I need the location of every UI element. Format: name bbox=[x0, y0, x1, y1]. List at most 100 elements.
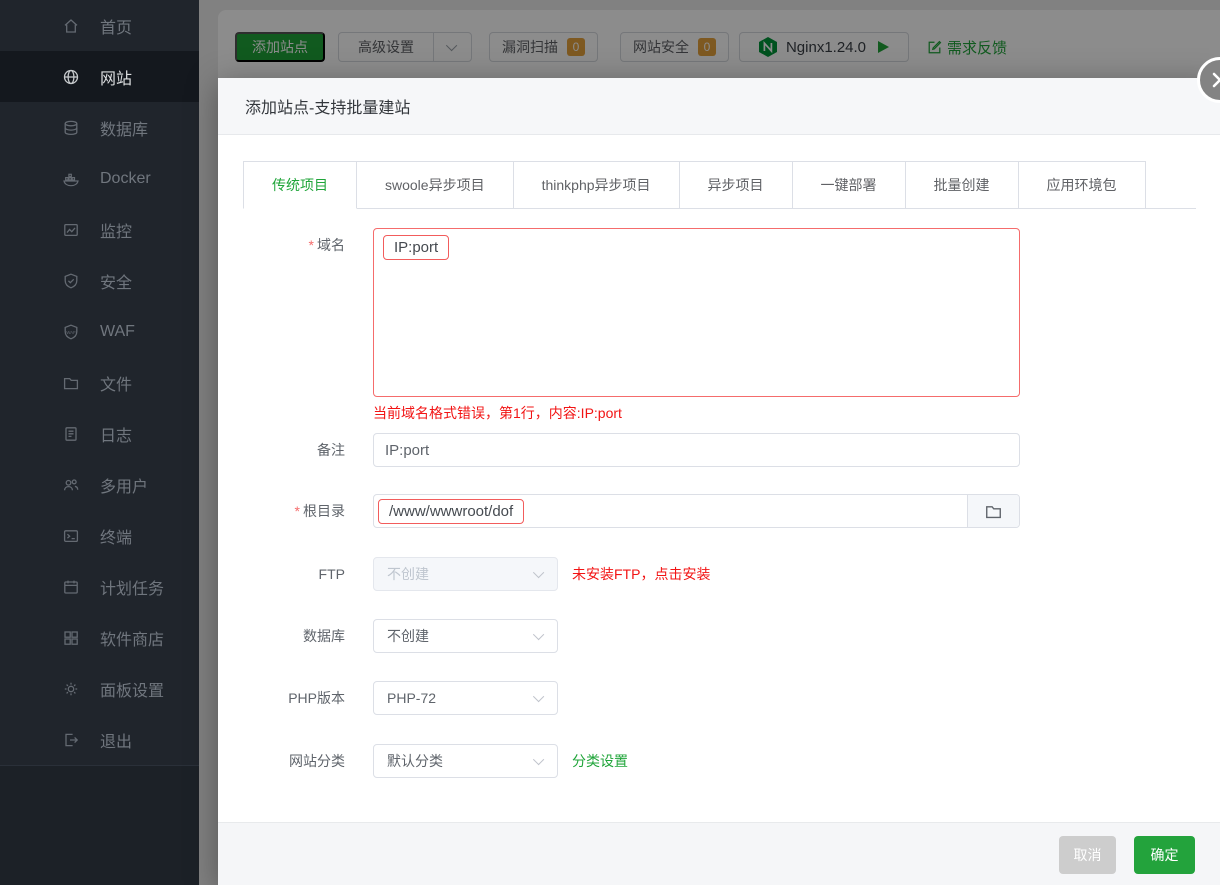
site-category-row: 网站分类 默认分类 分类设置 bbox=[243, 744, 1220, 778]
sidebar-item-cron[interactable]: 计划任务 bbox=[0, 561, 199, 612]
dialog-footer: 取消 确定 bbox=[218, 822, 1220, 885]
gear-icon bbox=[62, 680, 80, 698]
root-dir-input[interactable]: /www/wwwroot/dof bbox=[374, 495, 967, 527]
chevron-down-icon bbox=[532, 628, 545, 641]
sidebar-item-label: 面板设置 bbox=[100, 682, 165, 700]
sidebar-item-monitor[interactable]: 监控 bbox=[0, 204, 199, 255]
domain-label: * 域名 bbox=[308, 237, 345, 253]
category-settings-link[interactable]: 分类设置 bbox=[572, 744, 628, 778]
sidebar-item-label: Docker bbox=[100, 169, 151, 187]
sidebar-item-label: 安全 bbox=[100, 274, 133, 292]
sidebar-item-label: 终端 bbox=[100, 529, 133, 547]
sidebar-item-label: 日志 bbox=[100, 427, 133, 445]
sidebar-item-multiuser[interactable]: 多用户 bbox=[0, 459, 199, 510]
sidebar-item-waf[interactable]: WAF WAF bbox=[0, 306, 199, 357]
cancel-button[interactable]: 取消 bbox=[1059, 836, 1116, 874]
add-site-dialog: 添加站点-支持批量建站 传统项目 swoole异步项目 thinkphp异步项目… bbox=[218, 78, 1220, 885]
domain-row: * 域名 IP:port 当前域名格式错误，第1行，内容:IP:port bbox=[243, 228, 1220, 423]
add-site-form: *域名 IP:port 当前域名格式错误，第1行，内容:IP:port 备注 *… bbox=[243, 228, 1220, 778]
dialog-body: 传统项目 swoole异步项目 thinkphp异步项目 异步项目 一键部署 批… bbox=[218, 135, 1220, 778]
users-icon bbox=[62, 476, 80, 494]
monitor-chart-icon bbox=[62, 221, 80, 239]
folder-icon bbox=[986, 505, 1001, 518]
sidebar-menu: 首页 网站 数据库 Docker 监控 安全 WAF WAF 文件 日志 多用户… bbox=[0, 0, 199, 766]
note-input[interactable] bbox=[373, 433, 1020, 467]
ftp-select: 不创建 bbox=[373, 557, 558, 591]
php-version-row: PHP版本 PHP-72 bbox=[243, 681, 1220, 715]
database-row: 数据库 不创建 bbox=[243, 619, 1220, 653]
sidebar-item-appstore[interactable]: 软件商店 bbox=[0, 612, 199, 663]
required-mark: * bbox=[308, 237, 314, 253]
dialog-title: 添加站点-支持批量建站 bbox=[245, 100, 411, 117]
sidebar-item-label: 退出 bbox=[100, 733, 133, 751]
sidebar-item-home[interactable]: 首页 bbox=[0, 0, 199, 51]
folder-icon bbox=[62, 374, 80, 392]
tab-one-click-deploy[interactable]: 一键部署 bbox=[792, 161, 906, 209]
ftp-select-value: 不创建 bbox=[387, 566, 429, 582]
project-type-tabs: 传统项目 swoole异步项目 thinkphp异步项目 异步项目 一键部署 批… bbox=[243, 161, 1196, 209]
sidebar-item-files[interactable]: 文件 bbox=[0, 357, 199, 408]
svg-text:WAF: WAF bbox=[66, 329, 76, 334]
grid-store-icon bbox=[62, 629, 80, 647]
chevron-down-icon bbox=[532, 566, 545, 579]
close-icon bbox=[1212, 72, 1220, 88]
globe-icon bbox=[62, 68, 80, 86]
sidebar-item-label: 多用户 bbox=[100, 478, 149, 496]
domain-error-text: 当前域名格式错误，第1行，内容:IP:port bbox=[373, 405, 622, 421]
site-category-label: 网站分类 bbox=[289, 753, 345, 769]
sidebar-item-logs[interactable]: 日志 bbox=[0, 408, 199, 459]
sidebar-item-label: WAF bbox=[100, 322, 135, 340]
sidebar-item-terminal[interactable]: 终端 bbox=[0, 510, 199, 561]
logout-icon bbox=[62, 731, 80, 749]
database-icon bbox=[62, 119, 80, 137]
note-row: 备注 bbox=[243, 433, 1220, 467]
php-version-select[interactable]: PHP-72 bbox=[373, 681, 558, 715]
root-dir-value-chip: /www/wwwroot/dof bbox=[378, 498, 525, 524]
php-version-value: PHP-72 bbox=[387, 690, 437, 706]
sidebar-item-label: 软件商店 bbox=[100, 631, 165, 649]
tab-batch-create[interactable]: 批量创建 bbox=[905, 161, 1019, 209]
sidebar-item-logout[interactable]: 退出 bbox=[0, 714, 199, 765]
tab-thinkphp[interactable]: thinkphp异步项目 bbox=[513, 161, 680, 209]
sidebar-item-label: 网站 bbox=[100, 70, 133, 88]
tab-app-env-package[interactable]: 应用环境包 bbox=[1018, 161, 1146, 209]
sidebar-item-database[interactable]: 数据库 bbox=[0, 102, 199, 153]
sidebar-item-label: 数据库 bbox=[100, 121, 149, 139]
chevron-down-icon bbox=[532, 690, 545, 703]
sidebar-item-label: 计划任务 bbox=[100, 580, 165, 598]
waf-shield-icon: WAF bbox=[62, 323, 80, 341]
install-ftp-link[interactable]: 未安装FTP，点击安装 bbox=[572, 557, 710, 591]
database-select-value: 不创建 bbox=[387, 628, 429, 644]
sidebar-item-label: 文件 bbox=[100, 376, 133, 394]
tab-traditional[interactable]: 传统项目 bbox=[243, 161, 357, 209]
root-dir-input-group: /www/wwwroot/dof bbox=[373, 494, 1020, 528]
root-dir-label: * 根目录 bbox=[294, 503, 345, 519]
ftp-row: FTP 不创建 未安装FTP，点击安装 bbox=[243, 557, 1220, 591]
site-category-select[interactable]: 默认分类 bbox=[373, 744, 558, 778]
terminal-icon bbox=[62, 527, 80, 545]
sidebar-item-settings[interactable]: 面板设置 bbox=[0, 663, 199, 714]
sidebar-item-label: 首页 bbox=[100, 19, 133, 37]
tab-filler bbox=[1145, 161, 1196, 209]
sidebar-item-docker[interactable]: Docker bbox=[0, 153, 199, 204]
sidebar-item-website[interactable]: 网站 bbox=[0, 51, 199, 102]
database-select[interactable]: 不创建 bbox=[373, 619, 558, 653]
dialog-header: 添加站点-支持批量建站 bbox=[218, 78, 1220, 135]
php-version-label: PHP版本 bbox=[288, 690, 345, 706]
sidebar-item-security[interactable]: 安全 bbox=[0, 255, 199, 306]
calendar-icon bbox=[62, 578, 80, 596]
docker-icon bbox=[62, 170, 80, 188]
required-mark: * bbox=[294, 503, 300, 519]
domain-textarea[interactable]: IP:port bbox=[373, 228, 1020, 397]
domain-value-chip: IP:port bbox=[383, 235, 450, 260]
browse-folder-button[interactable] bbox=[967, 495, 1019, 527]
sidebar-item-label: 监控 bbox=[100, 223, 133, 241]
note-label: 备注 bbox=[317, 442, 345, 458]
ftp-label: FTP bbox=[318, 566, 345, 582]
root-dir-row: * 根目录 /www/wwwroot/dof bbox=[243, 494, 1220, 528]
tab-swoole[interactable]: swoole异步项目 bbox=[357, 161, 514, 209]
home-icon bbox=[62, 17, 80, 35]
confirm-button[interactable]: 确定 bbox=[1134, 836, 1195, 874]
tab-async[interactable]: 异步项目 bbox=[679, 161, 793, 209]
database-label: 数据库 bbox=[303, 628, 345, 644]
